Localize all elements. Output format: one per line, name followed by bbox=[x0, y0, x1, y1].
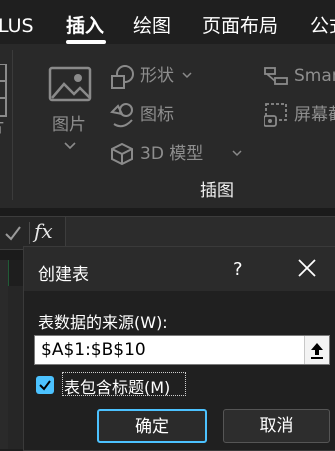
formula-divider bbox=[29, 222, 30, 244]
tab-plus[interactable]: LUS bbox=[0, 14, 34, 38]
tab-page-layout[interactable]: 页面布局 bbox=[202, 14, 278, 38]
checkmark-icon[interactable] bbox=[4, 224, 22, 242]
has-headers-label[interactable]: 表包含标题(M) bbox=[64, 374, 170, 398]
cancel-button[interactable]: 取消 bbox=[223, 409, 330, 443]
has-headers-checkbox[interactable] bbox=[36, 376, 54, 394]
picture-icon[interactable] bbox=[48, 66, 94, 104]
close-icon[interactable] bbox=[296, 257, 318, 279]
ribbon-partial-label: 片 bbox=[0, 116, 5, 138]
help-button[interactable]: ? bbox=[233, 259, 243, 280]
check-icon bbox=[39, 380, 51, 391]
screenshot-label[interactable]: 屏幕截 bbox=[294, 104, 335, 126]
collapse-dialog-button[interactable] bbox=[304, 336, 329, 364]
smartart-label[interactable]: Smar bbox=[294, 65, 335, 87]
table-icon[interactable] bbox=[0, 64, 8, 120]
sheet-grid[interactable] bbox=[8, 286, 23, 449]
range-value[interactable]: $A$1:$B$10 bbox=[41, 340, 146, 360]
ribbon-group-separator bbox=[12, 50, 13, 200]
source-label: 表数据的来源(W): bbox=[38, 313, 168, 332]
formula-input[interactable] bbox=[65, 217, 335, 248]
dialog-titlebar[interactable]: 创建表 ? bbox=[24, 247, 335, 291]
create-table-dialog: 创建表 ? 表数据的来源(W): $A$1:$B$10 表包含标题(M) 确定 … bbox=[23, 246, 335, 451]
chevron-down-icon[interactable] bbox=[182, 72, 192, 79]
collapse-arrow-icon bbox=[311, 343, 323, 359]
3d-model-label[interactable]: 3D 模型 bbox=[140, 143, 203, 165]
ribbon-tab-bar: LUS 插入 绘图 页面布局 公式 bbox=[0, 0, 335, 44]
tab-draw[interactable]: 绘图 bbox=[133, 14, 171, 38]
screenshot-icon[interactable] bbox=[264, 102, 288, 128]
fx-icon[interactable]: fx bbox=[34, 219, 53, 243]
shapes-icon[interactable] bbox=[110, 64, 136, 90]
shapes-label[interactable]: 形状 bbox=[140, 65, 174, 87]
smartart-icon[interactable] bbox=[263, 66, 289, 88]
icons-label[interactable]: 图标 bbox=[140, 104, 174, 126]
illustrations-group-label: 插图 bbox=[200, 181, 234, 201]
chevron-down-icon[interactable] bbox=[64, 142, 76, 150]
tab-formulas[interactable]: 公式 bbox=[310, 14, 335, 38]
range-input[interactable]: $A$1:$B$10 bbox=[34, 335, 330, 365]
icons-icon[interactable] bbox=[110, 102, 136, 130]
ribbon-panel: 片 图片 形状 图标 3D 模型 Smar bbox=[0, 44, 335, 208]
chevron-down-icon[interactable] bbox=[232, 150, 242, 157]
tab-insert[interactable]: 插入 bbox=[66, 14, 104, 38]
picture-label[interactable]: 图片 bbox=[52, 114, 86, 136]
ok-button[interactable]: 确定 bbox=[97, 409, 207, 443]
dialog-title: 创建表 bbox=[38, 265, 89, 285]
cube-icon[interactable] bbox=[110, 142, 134, 166]
